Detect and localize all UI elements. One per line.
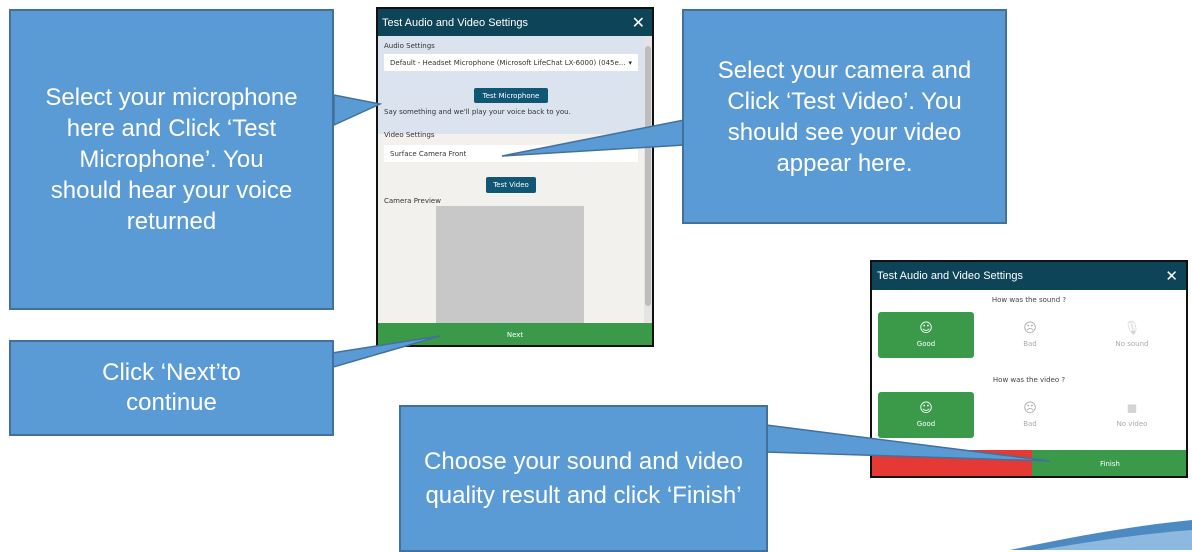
callout-text: Choose your sound and video quality resu… [424, 447, 743, 509]
smile-icon: ☺ [919, 321, 933, 336]
video-off-icon: ◼ [1126, 401, 1138, 416]
video-good-option[interactable]: ☺ Good [878, 392, 974, 438]
next-instruction-callout: Click ‘Next’to continue [9, 340, 334, 436]
option-label: Good [916, 340, 936, 348]
footer-left-segment [872, 450, 1032, 476]
option-label: Bad [1023, 420, 1037, 428]
frown-icon: ☹ [1023, 401, 1037, 416]
camera-instruction-callout: Select your camera and Click ‘Test Video… [682, 9, 1007, 224]
video-bad-option[interactable]: ☹ Bad [982, 392, 1078, 438]
option-label: Good [916, 420, 936, 428]
mic-off-icon: 🎙 [1123, 321, 1141, 336]
microphone-instruction-callout: Select your microphone here and Click ‘T… [9, 9, 334, 310]
test-video-button[interactable]: Test Video [486, 177, 536, 193]
callout-text: Select your camera and Click ‘Test Video… [717, 56, 972, 177]
option-label: Bad [1023, 340, 1037, 348]
camera-preview-label: Camera Preview [384, 197, 441, 205]
sound-good-option[interactable]: ☺ Good [878, 312, 974, 358]
no-video-option[interactable]: ◼ No video [1084, 392, 1180, 438]
scrollbar-thumb[interactable] [645, 46, 651, 306]
dialog-title: Test Audio and Video Settings [877, 270, 1023, 282]
close-icon[interactable]: ✕ [1165, 267, 1178, 285]
callout-text: Click ‘Next’to continue [102, 359, 241, 416]
microphone-hint: Say something and we'll play your voice … [384, 108, 571, 116]
sound-question: How was the sound ? [991, 296, 1067, 304]
microphone-select[interactable]: Default - Headset Microphone (Microsoft … [384, 54, 638, 71]
option-label: No video [1116, 420, 1148, 428]
audio-settings-panel: Audio Settings Default - Headset Microph… [378, 36, 644, 134]
test-settings-dialog: Test Audio and Video Settings ✕ Audio Se… [376, 7, 654, 347]
audio-settings-label: Audio Settings [384, 42, 435, 50]
scrollbar[interactable] [644, 36, 652, 323]
dialog-header: Test Audio and Video Settings ✕ [872, 262, 1186, 290]
callout-text: Select your microphone here and Click ‘T… [45, 84, 298, 235]
video-question: How was the video ? [992, 376, 1066, 384]
video-settings-label: Video Settings [384, 131, 435, 139]
chevron-down-icon: ▾ [628, 58, 632, 67]
smile-icon: ☺ [919, 401, 933, 416]
finish-instruction-callout: Choose your sound and video quality resu… [399, 405, 768, 552]
dialog-header: Test Audio and Video Settings ✕ [378, 9, 652, 36]
dialog-title: Test Audio and Video Settings [382, 16, 528, 29]
close-icon[interactable]: ✕ [632, 13, 645, 33]
option-label: No sound [1115, 340, 1149, 348]
microphone-select-value: Default - Headset Microphone (Microsoft … [390, 58, 626, 67]
finish-button[interactable]: Finish [1032, 450, 1186, 476]
rate-quality-dialog: Test Audio and Video Settings ✕ How was … [870, 260, 1188, 478]
test-microphone-button[interactable]: Test Microphone [474, 88, 548, 103]
camera-select-value: Surface Camera Front [390, 149, 467, 158]
sound-bad-option[interactable]: ☹ Bad [982, 312, 1078, 358]
frown-icon: ☹ [1023, 321, 1037, 336]
next-button[interactable]: Next [378, 323, 652, 345]
no-sound-option[interactable]: 🎙 No sound [1084, 312, 1180, 358]
camera-select[interactable]: Surface Camera Front [384, 145, 638, 162]
